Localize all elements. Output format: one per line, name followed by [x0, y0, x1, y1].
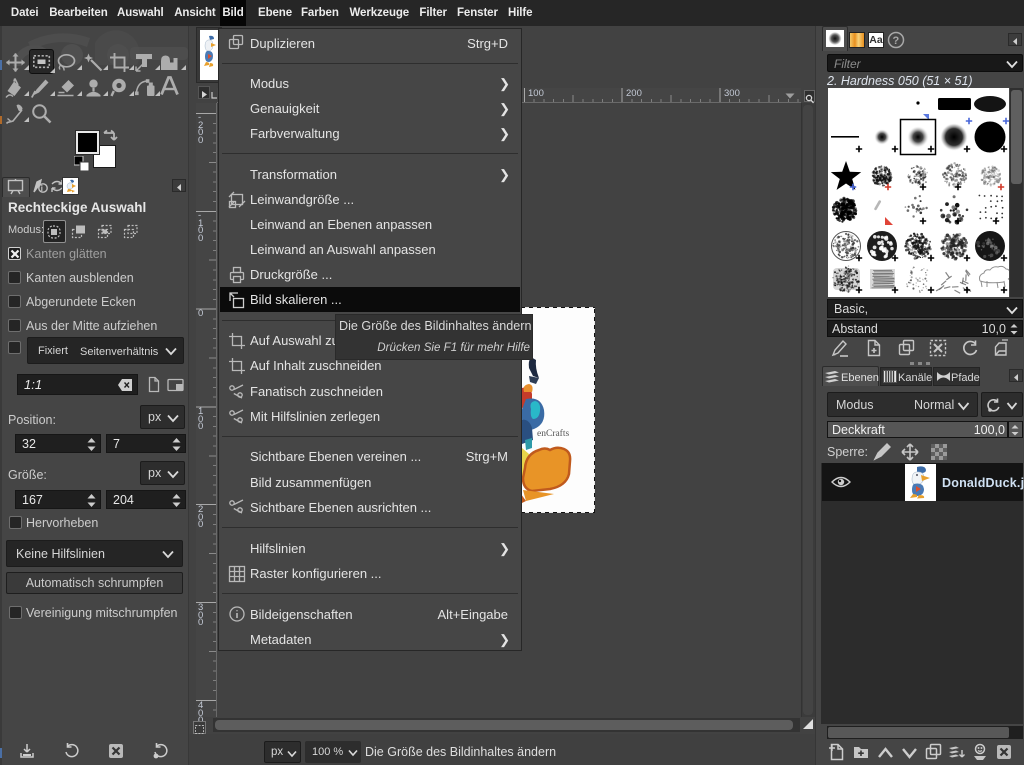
svg-text:?: ?: [893, 35, 900, 47]
